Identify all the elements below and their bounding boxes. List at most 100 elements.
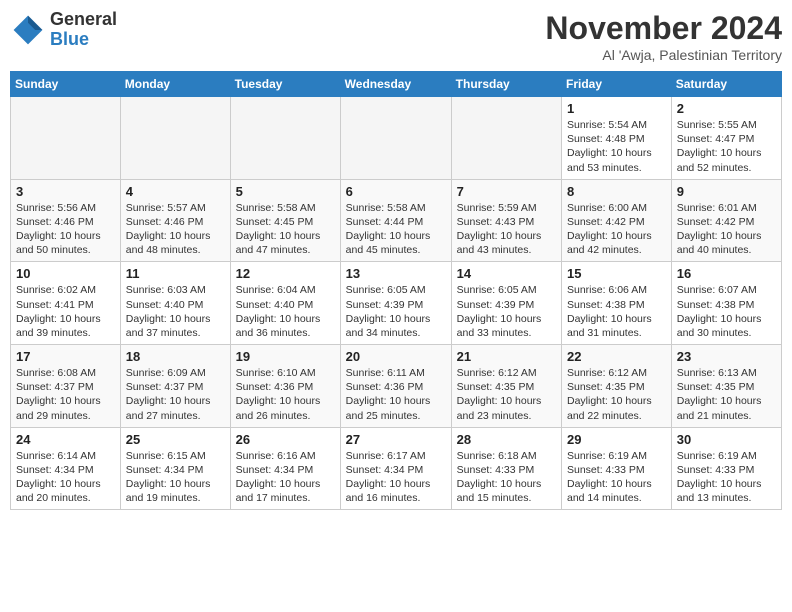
day-cell: 17 Sunrise: 6:08 AM Sunset: 4:37 PM Dayli… (11, 345, 121, 428)
calendar-table: SundayMondayTuesdayWednesdayThursdayFrid… (10, 71, 782, 510)
day-header-tuesday: Tuesday (230, 72, 340, 97)
day-cell: 8 Sunrise: 6:00 AM Sunset: 4:42 PM Daylig… (562, 179, 672, 262)
day-number: 18 (126, 349, 225, 364)
day-info: Sunrise: 6:01 AM Sunset: 4:42 PM Dayligh… (677, 201, 776, 258)
day-number: 10 (16, 266, 115, 281)
day-number: 24 (16, 432, 115, 447)
day-cell: 23Sunrise: 6:13 AM Sunset: 4:35 PM Dayli… (671, 345, 781, 428)
day-header-wednesday: Wednesday (340, 72, 451, 97)
title-block: November 2024 Al 'Awja, Palestinian Terr… (545, 10, 782, 63)
day-cell (230, 97, 340, 180)
day-info: Sunrise: 6:12 AM Sunset: 4:35 PM Dayligh… (457, 366, 556, 423)
day-header-thursday: Thursday (451, 72, 561, 97)
day-number: 7 (457, 184, 556, 199)
day-cell: 6 Sunrise: 5:58 AM Sunset: 4:44 PM Daylig… (340, 179, 451, 262)
day-info: Sunrise: 6:09 AM Sunset: 4:37 PM Dayligh… (126, 366, 225, 423)
day-cell: 5 Sunrise: 5:58 AM Sunset: 4:45 PM Daylig… (230, 179, 340, 262)
day-info: Sunrise: 6:13 AM Sunset: 4:35 PM Dayligh… (677, 366, 776, 423)
logo-blue: Blue (50, 30, 117, 50)
day-cell: 4 Sunrise: 5:57 AM Sunset: 4:46 PM Daylig… (120, 179, 230, 262)
day-info: Sunrise: 5:58 AM Sunset: 4:45 PM Dayligh… (236, 201, 335, 258)
week-row-5: 24 Sunrise: 6:14 AM Sunset: 4:34 PM Dayli… (11, 427, 782, 510)
day-number: 26 (236, 432, 335, 447)
day-cell (451, 97, 561, 180)
day-number: 17 (16, 349, 115, 364)
day-info: Sunrise: 6:19 AM Sunset: 4:33 PM Dayligh… (677, 449, 776, 506)
day-cell: 11 Sunrise: 6:03 AM Sunset: 4:40 PM Dayli… (120, 262, 230, 345)
day-cell (11, 97, 121, 180)
day-number: 22 (567, 349, 666, 364)
day-info: Sunrise: 5:59 AM Sunset: 4:43 PM Dayligh… (457, 201, 556, 258)
day-number: 21 (457, 349, 556, 364)
day-info: Sunrise: 6:03 AM Sunset: 4:40 PM Dayligh… (126, 283, 225, 340)
day-info: Sunrise: 6:11 AM Sunset: 4:36 PM Dayligh… (346, 366, 446, 423)
day-info: Sunrise: 6:05 AM Sunset: 4:39 PM Dayligh… (457, 283, 556, 340)
day-number: 5 (236, 184, 335, 199)
day-number: 3 (16, 184, 115, 199)
day-info: Sunrise: 6:18 AM Sunset: 4:33 PM Dayligh… (457, 449, 556, 506)
day-number: 8 (567, 184, 666, 199)
day-info: Sunrise: 5:58 AM Sunset: 4:44 PM Dayligh… (346, 201, 446, 258)
day-cell: 15Sunrise: 6:06 AM Sunset: 4:38 PM Dayli… (562, 262, 672, 345)
day-number: 14 (457, 266, 556, 281)
week-row-3: 10 Sunrise: 6:02 AM Sunset: 4:41 PM Dayli… (11, 262, 782, 345)
day-cell: 16 Sunrise: 6:07 AM Sunset: 4:38 PM Dayli… (671, 262, 781, 345)
day-cell: 1 Sunrise: 5:54 AM Sunset: 4:48 PM Daylig… (562, 97, 672, 180)
logo: General Blue (10, 10, 117, 50)
day-cell: 21 Sunrise: 6:12 AM Sunset: 4:35 PM Dayli… (451, 345, 561, 428)
day-cell: 3 Sunrise: 5:56 AM Sunset: 4:46 PM Daylig… (11, 179, 121, 262)
day-number: 19 (236, 349, 335, 364)
logo-text: General Blue (50, 10, 117, 50)
logo-icon (10, 12, 46, 48)
day-number: 29 (567, 432, 666, 447)
day-number: 27 (346, 432, 446, 447)
day-number: 11 (126, 266, 225, 281)
month-title: November 2024 (545, 10, 782, 47)
location: Al 'Awja, Palestinian Territory (545, 47, 782, 63)
day-cell: 10 Sunrise: 6:02 AM Sunset: 4:41 PM Dayli… (11, 262, 121, 345)
day-cell: 13Sunrise: 6:05 AM Sunset: 4:39 PM Dayli… (340, 262, 451, 345)
day-info: Sunrise: 6:07 AM Sunset: 4:38 PM Dayligh… (677, 283, 776, 340)
day-number: 15 (567, 266, 666, 281)
day-cell: 27 Sunrise: 6:17 AM Sunset: 4:34 PM Dayli… (340, 427, 451, 510)
day-number: 20 (346, 349, 446, 364)
week-row-4: 17 Sunrise: 6:08 AM Sunset: 4:37 PM Dayli… (11, 345, 782, 428)
page-header: General Blue November 2024 Al 'Awja, Pal… (10, 10, 782, 63)
day-info: Sunrise: 5:56 AM Sunset: 4:46 PM Dayligh… (16, 201, 115, 258)
day-number: 30 (677, 432, 776, 447)
day-number: 1 (567, 101, 666, 116)
day-cell: 26Sunrise: 6:16 AM Sunset: 4:34 PM Dayli… (230, 427, 340, 510)
day-cell: 9 Sunrise: 6:01 AM Sunset: 4:42 PM Daylig… (671, 179, 781, 262)
day-info: Sunrise: 6:08 AM Sunset: 4:37 PM Dayligh… (16, 366, 115, 423)
day-number: 6 (346, 184, 446, 199)
week-row-2: 3 Sunrise: 5:56 AM Sunset: 4:46 PM Daylig… (11, 179, 782, 262)
day-info: Sunrise: 6:02 AM Sunset: 4:41 PM Dayligh… (16, 283, 115, 340)
day-number: 28 (457, 432, 556, 447)
day-info: Sunrise: 6:00 AM Sunset: 4:42 PM Dayligh… (567, 201, 666, 258)
day-info: Sunrise: 6:14 AM Sunset: 4:34 PM Dayligh… (16, 449, 115, 506)
day-cell (340, 97, 451, 180)
day-cell: 30 Sunrise: 6:19 AM Sunset: 4:33 PM Dayli… (671, 427, 781, 510)
day-info: Sunrise: 6:05 AM Sunset: 4:39 PM Dayligh… (346, 283, 446, 340)
day-info: Sunrise: 5:57 AM Sunset: 4:46 PM Dayligh… (126, 201, 225, 258)
day-info: Sunrise: 6:17 AM Sunset: 4:34 PM Dayligh… (346, 449, 446, 506)
week-row-1: 1 Sunrise: 5:54 AM Sunset: 4:48 PM Daylig… (11, 97, 782, 180)
day-number: 2 (677, 101, 776, 116)
day-number: 4 (126, 184, 225, 199)
day-cell: 2 Sunrise: 5:55 AM Sunset: 4:47 PM Daylig… (671, 97, 781, 180)
day-number: 9 (677, 184, 776, 199)
day-cell: 18 Sunrise: 6:09 AM Sunset: 4:37 PM Dayli… (120, 345, 230, 428)
day-number: 25 (126, 432, 225, 447)
day-info: Sunrise: 5:55 AM Sunset: 4:47 PM Dayligh… (677, 118, 776, 175)
day-info: Sunrise: 6:04 AM Sunset: 4:40 PM Dayligh… (236, 283, 335, 340)
day-header-monday: Monday (120, 72, 230, 97)
day-info: Sunrise: 5:54 AM Sunset: 4:48 PM Dayligh… (567, 118, 666, 175)
day-cell: 20 Sunrise: 6:11 AM Sunset: 4:36 PM Dayli… (340, 345, 451, 428)
day-cell: 22Sunrise: 6:12 AM Sunset: 4:35 PM Dayli… (562, 345, 672, 428)
day-header-saturday: Saturday (671, 72, 781, 97)
day-cell: 25Sunrise: 6:15 AM Sunset: 4:34 PM Dayli… (120, 427, 230, 510)
day-cell: 24 Sunrise: 6:14 AM Sunset: 4:34 PM Dayli… (11, 427, 121, 510)
day-number: 12 (236, 266, 335, 281)
day-cell (120, 97, 230, 180)
day-number: 16 (677, 266, 776, 281)
